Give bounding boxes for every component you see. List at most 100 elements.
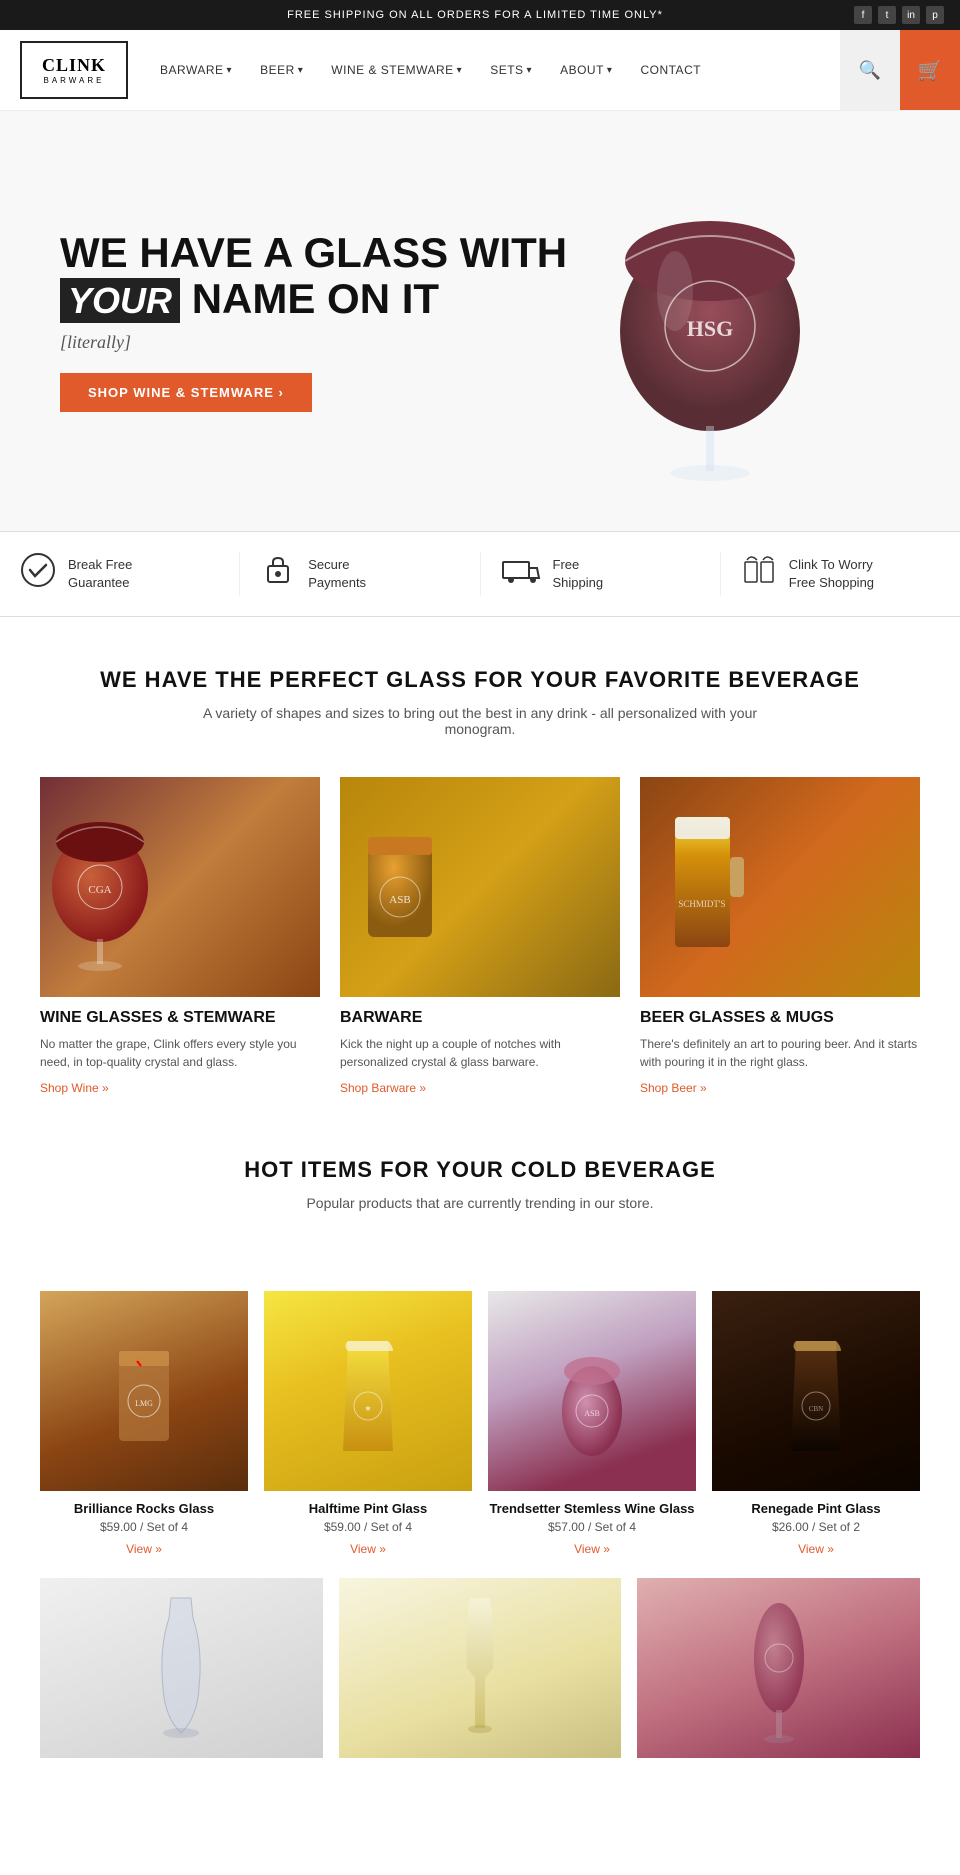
product-pint-dark: CBN Renegade Pint Glass $26.00 / Set of … (712, 1291, 920, 1558)
facebook-icon[interactable]: f (854, 6, 872, 24)
cart-button[interactable]: 🛒 (900, 30, 960, 110)
logo-sub: BARWARE (42, 76, 106, 85)
products-section: LMG Brilliance Rocks Glass $59.00 / Set … (0, 1231, 960, 1578)
hero-content: WE HAVE A GLASS WITH YOUR NAME ON IT [li… (60, 230, 900, 412)
barware-category-desc: Kick the night up a couple of notches wi… (340, 1035, 620, 1071)
product-stemless-image: ASB (488, 1291, 696, 1491)
pinterest-icon[interactable]: p (926, 6, 944, 24)
wine-shop-link[interactable]: Shop Wine » (40, 1081, 109, 1095)
category-barware: ASB BARWARE Kick the night up a couple o… (340, 777, 620, 1097)
beer-category-label: BEER GLASSES & MUGS (640, 1009, 920, 1027)
product-pint-dark-name: Renegade Pint Glass (712, 1501, 920, 1516)
nav-sets[interactable]: SETS (478, 55, 544, 85)
feature-shipping-text: FreeShipping (553, 556, 604, 592)
barware-category-label: BARWARE (340, 1009, 620, 1027)
wine-category-svg: CGA (40, 777, 160, 977)
product-pint-dark-link[interactable]: View » (798, 1542, 834, 1556)
wine-category-desc: No matter the grape, Clink offers every … (40, 1035, 320, 1071)
product-rocks-glass: LMG Brilliance Rocks Glass $59.00 / Set … (40, 1291, 248, 1558)
rocks-glass-svg: LMG (109, 1311, 179, 1471)
top-banner: FREE SHIPPING ON ALL ORDERS FOR A LIMITE… (0, 0, 960, 30)
pint-light-svg: ★ (338, 1311, 398, 1471)
main-nav: BARWARE BEER WINE & STEMWARE SETS ABOUT … (148, 55, 840, 85)
bottom-champagne-image (339, 1578, 622, 1758)
svg-text:CBN: CBN (809, 1405, 823, 1413)
product-pint-light-name: Halftime Pint Glass (264, 1501, 472, 1516)
product-stemless-name: Trendsetter Stemless Wine Glass (488, 1501, 696, 1516)
guarantee-icon (20, 552, 56, 596)
product-pint-light-link[interactable]: View » (350, 1542, 386, 1556)
hero-your: YOUR (60, 278, 180, 323)
logo[interactable]: CLINK BARWARE (20, 41, 128, 99)
stemless-svg: ASB (557, 1311, 627, 1471)
feature-guarantee-text: Break FreeGuarantee (68, 556, 132, 592)
banner-text: FREE SHIPPING ON ALL ORDERS FOR A LIMITE… (96, 9, 854, 21)
barware-category-svg: ASB (340, 777, 460, 977)
instagram-icon[interactable]: in (902, 6, 920, 24)
barware-shop-link[interactable]: Shop Barware » (340, 1081, 426, 1095)
svg-text:SCHMIDT'S: SCHMIDT'S (678, 899, 725, 909)
wine-category-label: WINE GLASSES & STEMWARE (40, 1009, 320, 1027)
search-icon: 🔍 (859, 60, 881, 81)
feature-payments: SecurePayments (240, 552, 480, 596)
header-actions: 🔍 🛒 (840, 30, 960, 110)
product-stemless-link[interactable]: View » (574, 1542, 610, 1556)
hero-line2: NAME ON IT (192, 275, 439, 322)
cart-icon: 🛒 (918, 58, 943, 83)
hot-section-subtitle: Popular products that are currently tren… (180, 1195, 780, 1211)
svg-text:LMG: LMG (135, 1399, 153, 1408)
product-rocks-link[interactable]: View » (126, 1542, 162, 1556)
bottom-carafe-image (40, 1578, 323, 1758)
svg-text:CGA: CGA (88, 884, 111, 896)
category-beer-image: SCHMIDT'S (640, 777, 920, 997)
hot-section-title: HOT ITEMS FOR YOUR COLD BEVERAGE (40, 1157, 920, 1183)
category-beer: SCHMIDT'S BEER GLASSES & MUGS There's de… (640, 777, 920, 1097)
svg-text:ASB: ASB (389, 894, 410, 906)
feature-payments-text: SecurePayments (308, 556, 366, 592)
hot-section-header: HOT ITEMS FOR YOUR COLD BEVERAGE Popular… (0, 1107, 960, 1231)
beer-category-svg: SCHMIDT'S (640, 777, 760, 977)
category-wine: CGA WINE GLASSES & STEMWARE No matter th… (40, 777, 320, 1097)
product-stemless-price: $57.00 / Set of 4 (488, 1520, 696, 1534)
products-grid: LMG Brilliance Rocks Glass $59.00 / Set … (40, 1291, 920, 1558)
feature-shipping: FreeShipping (481, 552, 721, 596)
wine-bottom-svg (749, 1588, 809, 1748)
svg-text:★: ★ (364, 1404, 371, 1413)
category-wine-image: CGA (40, 777, 320, 997)
beer-shop-link[interactable]: Shop Beer » (640, 1081, 707, 1095)
product-pint-light-price: $59.00 / Set of 4 (264, 1520, 472, 1534)
social-icons: f t in p (854, 6, 944, 24)
hero-title: WE HAVE A GLASS WITH YOUR NAME ON IT (60, 230, 900, 322)
nav-about[interactable]: ABOUT (548, 55, 624, 85)
bottom-wine-image (637, 1578, 920, 1758)
twitter-icon[interactable]: t (878, 6, 896, 24)
nav-barware[interactable]: BARWARE (148, 55, 244, 85)
pint-dark-svg: CBN (786, 1311, 846, 1471)
bottom-products (0, 1578, 960, 1798)
product-pint-light-image: ★ (264, 1291, 472, 1491)
hero-section: WE HAVE A GLASS WITH YOUR NAME ON IT [li… (0, 111, 960, 531)
beer-category-desc: There's definitely an art to pouring bee… (640, 1035, 920, 1071)
shopping-icon (741, 552, 777, 596)
category-section-title: WE HAVE THE PERFECT GLASS FOR YOUR FAVOR… (40, 667, 920, 693)
category-section-header: WE HAVE THE PERFECT GLASS FOR YOUR FAVOR… (0, 617, 960, 757)
product-pint-dark-price: $26.00 / Set of 2 (712, 1520, 920, 1534)
nav-wine[interactable]: WINE & STEMWARE (319, 55, 474, 85)
hero-cta-button[interactable]: SHOP WINE & STEMWARE › (60, 373, 312, 412)
carafe-svg (151, 1588, 211, 1748)
payments-icon (260, 552, 296, 596)
header: CLINK BARWARE BARWARE BEER WINE & STEMWA… (0, 30, 960, 111)
product-stemless: ASB Trendsetter Stemless Wine Glass $57.… (488, 1291, 696, 1558)
nav-contact[interactable]: CONTACT (628, 55, 713, 85)
nav-beer[interactable]: BEER (248, 55, 315, 85)
feature-guarantee: Break FreeGuarantee (0, 552, 240, 596)
product-pint-light: ★ Halftime Pint Glass $59.00 / Set of 4 … (264, 1291, 472, 1558)
search-button[interactable]: 🔍 (840, 30, 900, 110)
feature-shopping: Clink To WorryFree Shopping (721, 552, 960, 596)
hero-subtitle: [literally] (60, 332, 900, 353)
product-rocks-image: LMG (40, 1291, 248, 1491)
feature-shopping-text: Clink To WorryFree Shopping (789, 556, 874, 592)
features-bar: Break FreeGuarantee SecurePayments FreeS… (0, 531, 960, 617)
champagne-svg (455, 1588, 505, 1748)
shipping-icon (501, 552, 541, 596)
